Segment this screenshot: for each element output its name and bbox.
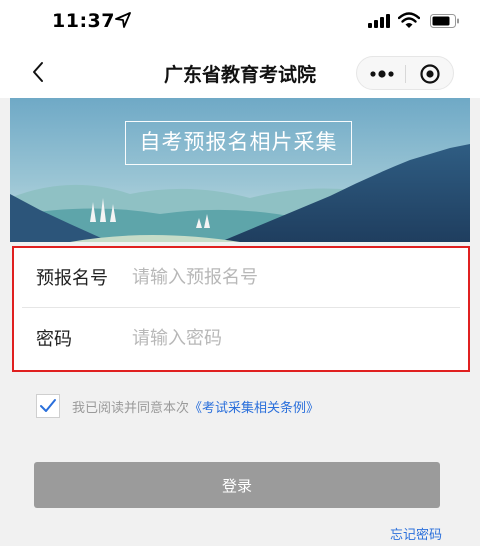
password-input[interactable]	[132, 321, 452, 355]
banner-title: 自考预报名相片采集	[125, 121, 352, 165]
agreement-text-line: 我已阅读并同意本次《考试采集相关条例》	[72, 397, 319, 416]
miniprogram-capsule	[356, 56, 454, 90]
password-label: 密码	[36, 329, 72, 350]
banner-landscape-image	[10, 98, 470, 242]
more-options-icon[interactable]	[367, 65, 397, 83]
password-row: 密码	[14, 309, 468, 369]
registration-number-row: 预报名号	[14, 248, 468, 308]
battery-icon	[430, 14, 459, 28]
field-divider	[22, 307, 460, 308]
registration-number-input[interactable]	[132, 260, 452, 294]
login-form: 预报名号 密码	[12, 246, 470, 372]
capsule-divider	[405, 65, 406, 83]
checkmark-icon	[40, 399, 56, 412]
agreement-text: 我已阅读并同意本次	[72, 401, 190, 416]
agreement-checkbox[interactable]	[36, 394, 60, 418]
status-bar: 11:37	[0, 0, 480, 46]
forgot-password-link[interactable]: 忘记密码	[390, 524, 442, 543]
cellular-signal-icon	[368, 14, 390, 28]
login-button[interactable]: 登录	[34, 462, 440, 508]
banner: 自考预报名相片采集	[10, 98, 470, 242]
registration-number-label: 预报名号	[36, 268, 108, 289]
regulations-link[interactable]: 《考试采集相关条例》	[189, 401, 319, 416]
wifi-icon	[398, 12, 420, 28]
close-miniprogram-icon[interactable]	[419, 63, 441, 85]
navigation-bar: 广东省教育考试院	[0, 46, 480, 98]
status-time: 11:37	[52, 10, 115, 32]
location-arrow-icon	[115, 12, 131, 28]
